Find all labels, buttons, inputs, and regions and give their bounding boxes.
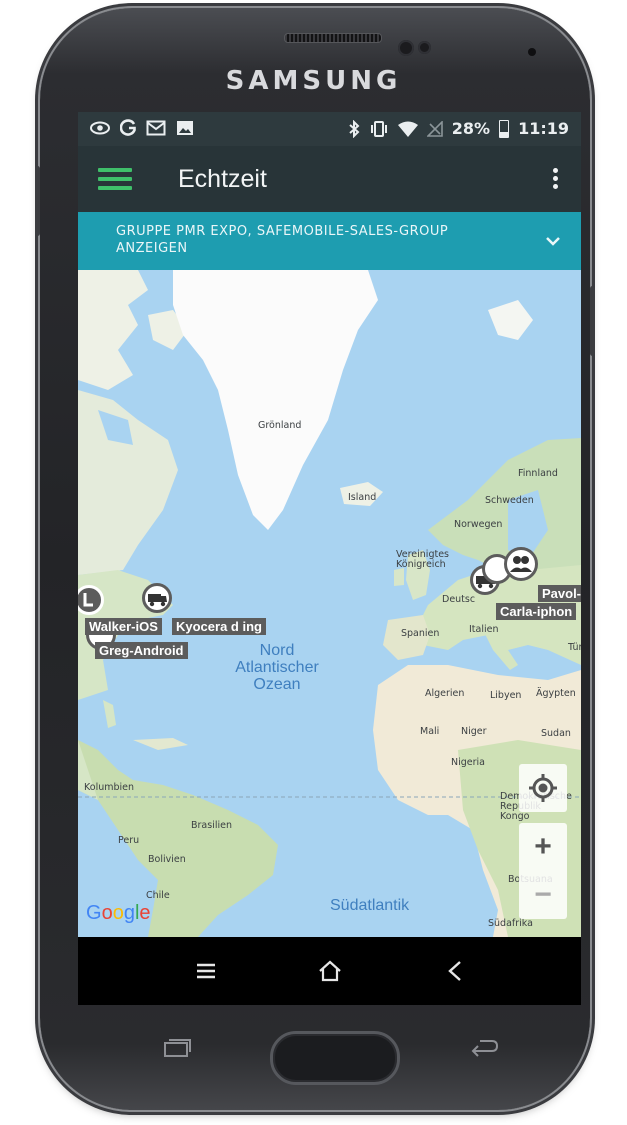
nav-menu-button[interactable] [166,937,246,1005]
recents-key-icon[interactable] [160,1037,194,1059]
vibrate-icon [370,120,387,137]
map-label-finland: Finnland [518,468,558,479]
earpiece-speaker [284,33,382,43]
map-label-mali: Mali [420,726,440,737]
bluetooth-icon [349,119,360,138]
eye-icon [90,121,110,135]
my-location-button[interactable] [519,764,567,812]
light-sensor [418,41,431,54]
google-icon [120,119,136,136]
group-selector[interactable]: Gruppe PMR Expo, SafeMobile-sales-group … [78,212,581,270]
volume-button [35,166,40,236]
marker-label[interactable]: Greg-Android [95,642,188,659]
status-time: 11:19 [518,119,569,138]
menu-icon [197,963,215,979]
mail-icon [146,120,166,136]
chevron-down-icon[interactable] [543,231,563,251]
marker-label[interactable]: Pavol-I [538,585,581,602]
nav-home-button[interactable] [290,937,370,1005]
no-signal-icon [426,120,443,137]
home-icon [319,960,341,982]
nav-bar [78,937,581,1005]
map-label-turkey: Tür [568,642,581,653]
map-label-sudan: Sudan [541,728,571,739]
battery-percent: 28% [451,119,491,138]
back-icon [448,961,461,981]
map-label-norway: Norwegen [454,519,503,530]
zoom-controls: + − [519,823,567,919]
map-label-greenland: Grönland [258,420,302,431]
image-icon [177,121,193,135]
zoom-in-button[interactable]: + [534,832,552,862]
map-label-nigeria: Nigeria [451,757,485,768]
more-vert-icon[interactable] [553,168,559,190]
vehicle-icon[interactable] [142,583,172,613]
wifi-icon [397,121,418,137]
power-button [590,286,595,356]
battery-icon [499,119,510,138]
google-attribution[interactable]: Google [86,902,151,925]
back-key-icon[interactable] [466,1037,500,1059]
map-label-south-africa: Südafrika [488,918,533,929]
front-camera [528,48,536,56]
marker-label[interactable]: Walker-iOS [85,618,162,635]
proximity-sensor [398,40,414,56]
map-label-north-atlantic: Nord Atlantischer Ozean [235,642,319,693]
zoom-out-button[interactable]: − [534,880,552,910]
map-label-south-atlantic: Südatlantik [330,897,410,914]
map-label-algeria: Algerien [425,688,465,699]
screen: 28% 11:19 Echtzeit Gruppe PMR Expo, Safe… [78,112,581,1005]
map-label-chile: Chile [146,890,170,901]
map-label-italy: Italien [469,624,499,635]
hamburger-icon[interactable] [98,168,132,190]
page-title: Echtzeit [178,165,267,193]
map-label-bolivia: Bolivien [148,854,186,865]
marker-label[interactable]: Kyocera d ing [172,618,266,635]
map-label-uk: Vereinigtes Königreich [396,549,449,570]
app-toolbar: Echtzeit [78,146,581,212]
map-label-colombia: Kolumbien [84,782,135,793]
map-label-germany: Deutsc [442,594,476,605]
group-selector-label: Gruppe PMR Expo, SafeMobile-sales-group … [116,224,449,256]
map-view[interactable]: Grönland Island Finnland Schweden Norweg… [78,270,581,937]
marker-label[interactable]: Carla-iphon [496,603,577,620]
map-label-iceland: Island [348,492,377,503]
map-label-egypt: Ägypten [536,688,576,699]
my-location-icon [529,774,557,802]
nav-back-button[interactable] [415,937,495,1005]
status-bar: 28% 11:19 [78,112,581,146]
location-pin-icon[interactable] [78,585,104,615]
map-label-peru: Peru [118,835,140,846]
map-label-spain: Spanien [401,628,440,639]
map-label-libya: Libyen [490,690,522,701]
map-label-sweden: Schweden [485,495,534,506]
brand-logo: SAMSUNG [225,66,402,96]
home-key[interactable] [270,1031,400,1085]
map-label-niger: Niger [461,726,487,737]
group-icon[interactable] [504,547,538,581]
map-label-brazil: Brasilien [191,820,232,831]
